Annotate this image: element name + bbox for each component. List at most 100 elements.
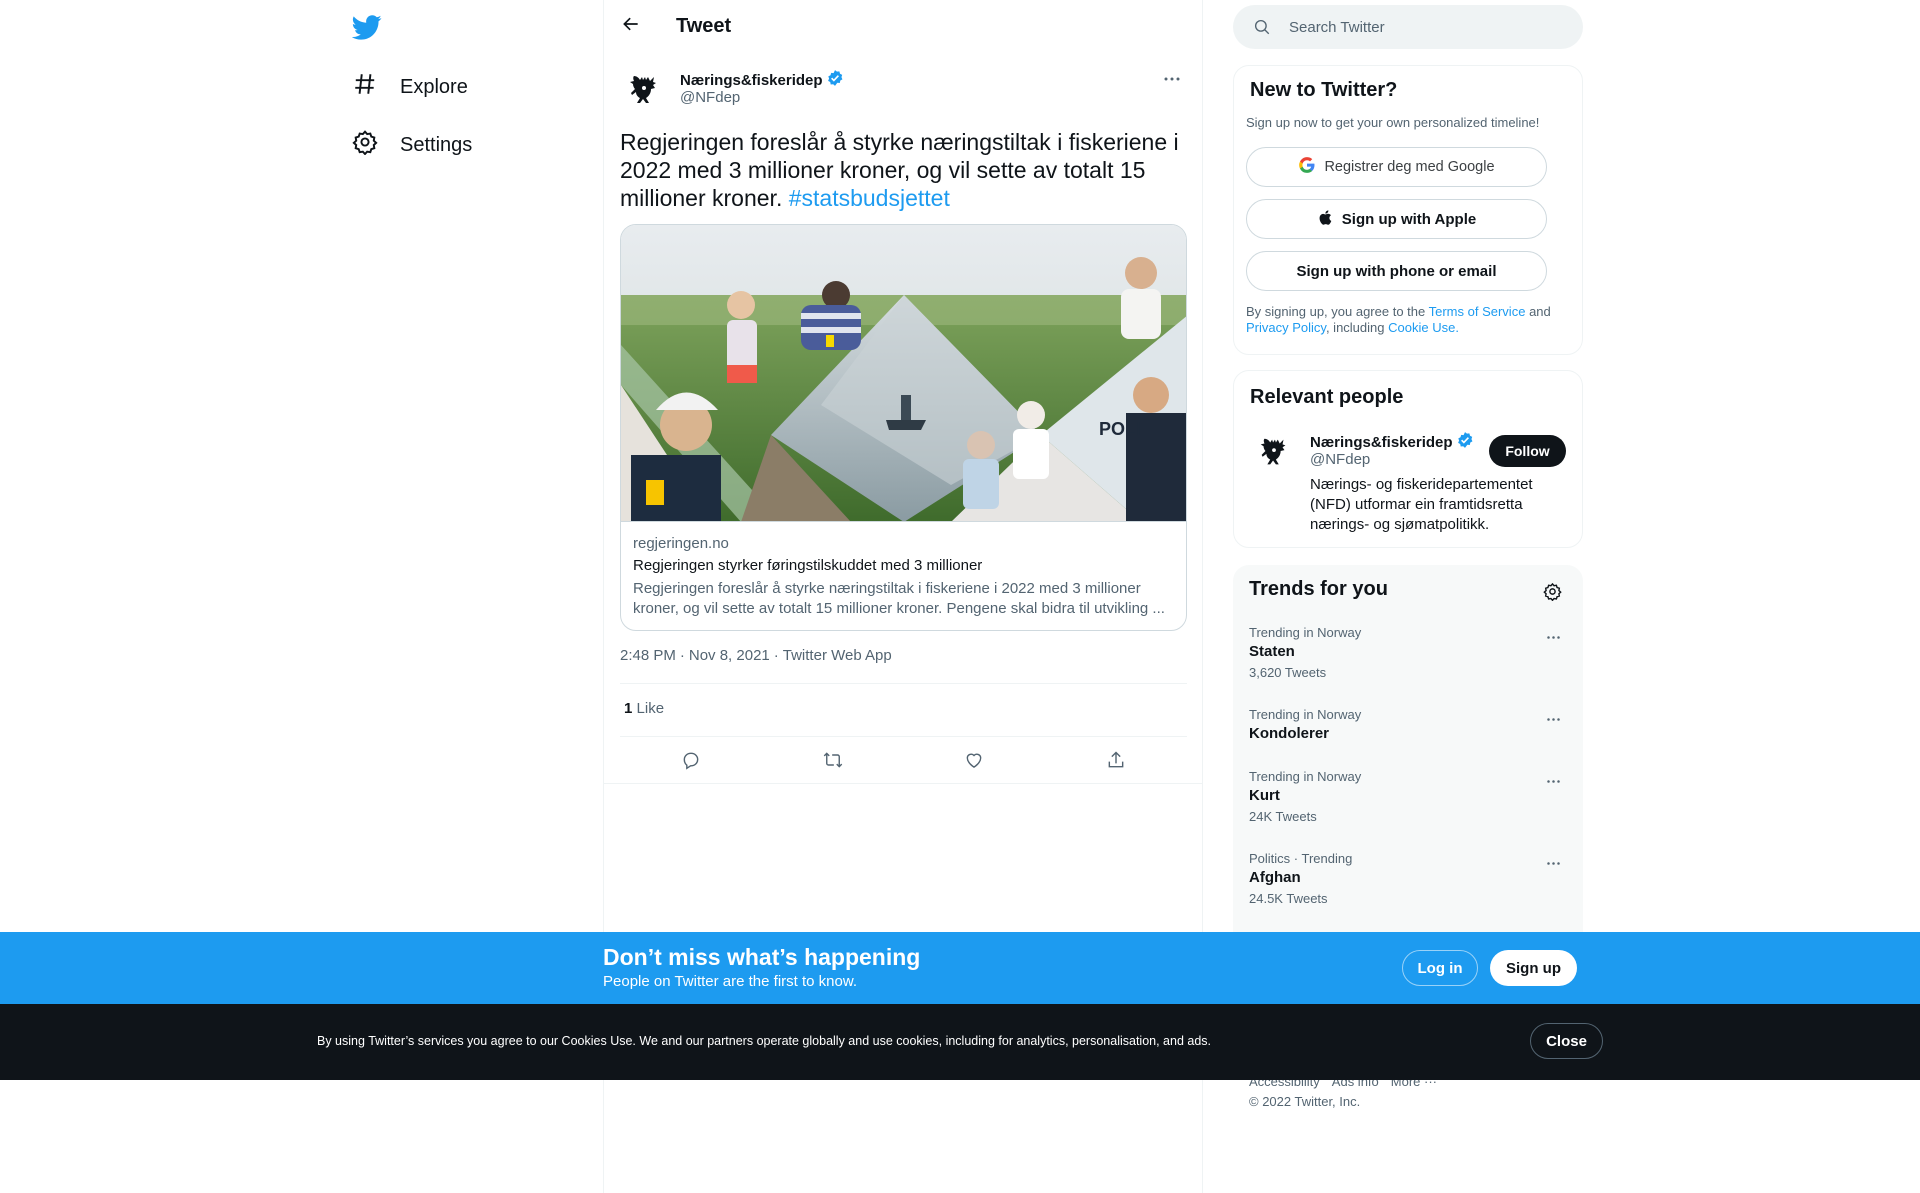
trend-count: 24.5K Tweets bbox=[1249, 891, 1328, 906]
cookie-link[interactable]: Cookie Use. bbox=[1388, 320, 1459, 335]
card-image: POLI bbox=[621, 225, 1186, 522]
search-input[interactable] bbox=[1289, 15, 1559, 39]
twitter-bird-icon[interactable] bbox=[351, 12, 382, 42]
privacy-link[interactable]: Privacy Policy bbox=[1246, 320, 1326, 335]
terms-link[interactable]: Terms of Service bbox=[1429, 304, 1526, 319]
trend-count: 3,620 Tweets bbox=[1249, 665, 1327, 680]
search-icon bbox=[1253, 18, 1271, 41]
ellipsis-icon[interactable] bbox=[1541, 851, 1565, 875]
relevant-name[interactable]: Nærings&fiskeridep bbox=[1310, 431, 1474, 453]
legal-and: and bbox=[1529, 304, 1551, 319]
trend-category: Trending in Norway bbox=[1249, 707, 1362, 722]
card-domain: regjeringen.no bbox=[633, 535, 729, 552]
ellipsis-icon[interactable] bbox=[1541, 625, 1565, 649]
relevant-name-text: Nærings&fiskeridep bbox=[1310, 433, 1453, 451]
meta-separator: · bbox=[773, 647, 779, 664]
apple-signup-label: Sign up with Apple bbox=[1341, 210, 1477, 228]
link-preview-card[interactable]: POLI regjeringen.no Regjeringen styrker … bbox=[620, 224, 1187, 631]
likes-label: Like bbox=[636, 700, 665, 717]
arrow-left-icon bbox=[621, 14, 641, 39]
nav-explore-label: Explore bbox=[400, 75, 468, 98]
google-signup-button[interactable]: Registrer deg med Google bbox=[1246, 147, 1547, 187]
likes-count: 1 bbox=[624, 700, 633, 717]
signup-legal-text: By signing up, you agree to the Terms of… bbox=[1246, 304, 1566, 336]
trend-category: Politics · Trending bbox=[1249, 851, 1353, 866]
copyright: © 2022 Twitter, Inc. bbox=[1249, 1094, 1361, 1109]
trend-category: Trending in Norway bbox=[1249, 625, 1362, 640]
verified-badge-icon bbox=[826, 69, 844, 91]
trend-item[interactable]: Trending in Norway Kondolerer bbox=[1233, 707, 1583, 751]
new-to-twitter-panel: New to Twitter? Sign up now to get your … bbox=[1233, 65, 1583, 355]
tweet-time[interactable]: 2:48 PM bbox=[620, 647, 676, 664]
divider bbox=[620, 736, 1187, 737]
phone-email-signup-button[interactable]: Sign up with phone or email bbox=[1246, 251, 1547, 291]
nav-settings-label: Settings bbox=[400, 133, 473, 156]
reply-icon[interactable] bbox=[674, 743, 708, 777]
relevant-people-panel: Relevant people Nærings&fiskeridep @NFde… bbox=[1233, 370, 1583, 548]
relevant-avatar[interactable] bbox=[1250, 428, 1298, 476]
more-options-button[interactable] bbox=[1158, 66, 1186, 90]
nav-settings[interactable]: Settings bbox=[352, 125, 472, 165]
relevant-people-title: Relevant people bbox=[1250, 386, 1404, 408]
google-signup-label: Registrer deg med Google bbox=[1324, 159, 1495, 175]
tweet-text: Regjeringen foreslår å styrke næringstil… bbox=[620, 128, 1186, 212]
hashtag-link[interactable]: #statsbudsjettet bbox=[789, 185, 950, 211]
phone-email-signup-label: Sign up with phone or email bbox=[1296, 262, 1497, 280]
norway-lion-emblem bbox=[1260, 438, 1286, 465]
back-button[interactable] bbox=[614, 9, 648, 43]
meta-separator: · bbox=[679, 647, 685, 664]
trend-item[interactable]: Trending in Norway Kurt 24K Tweets bbox=[1233, 769, 1583, 829]
google-logo-icon bbox=[1298, 156, 1316, 178]
login-button[interactable]: Log in bbox=[1402, 950, 1478, 986]
trend-name: Kondolerer bbox=[1249, 725, 1330, 742]
signup-button[interactable]: Sign up bbox=[1490, 950, 1577, 986]
signup-banner-title: Don’t miss what’s happening bbox=[603, 944, 921, 970]
retweet-icon[interactable] bbox=[816, 743, 850, 777]
trend-name: Afghan bbox=[1249, 869, 1301, 886]
author-handle[interactable]: @NFdep bbox=[680, 89, 740, 106]
relevant-handle[interactable]: @NFdep bbox=[1310, 451, 1370, 468]
author-name[interactable]: Nærings&fiskeridep bbox=[680, 69, 844, 91]
trends-settings-button[interactable] bbox=[1535, 577, 1569, 611]
verified-badge-icon bbox=[1456, 431, 1474, 453]
trends-panel: Trends for you Trending in Norway Staten… bbox=[1233, 565, 1583, 955]
share-icon[interactable] bbox=[1099, 743, 1133, 777]
trend-name: Staten bbox=[1249, 643, 1295, 660]
likes-link[interactable]: 1 Like bbox=[624, 700, 664, 717]
hashtag-icon bbox=[352, 71, 378, 103]
trend-item[interactable]: Trending in Norway Staten 3,620 Tweets bbox=[1233, 625, 1583, 685]
legal-prefix: By signing up, you agree to the bbox=[1246, 304, 1426, 319]
norway-lion-emblem bbox=[630, 76, 656, 103]
signup-banner: Don’t miss what’s happening People on Tw… bbox=[0, 932, 1920, 1004]
cookie-close-button[interactable]: Close bbox=[1530, 1023, 1603, 1059]
like-icon[interactable] bbox=[957, 743, 991, 777]
tweet-date[interactable]: Nov 8, 2021 bbox=[689, 647, 770, 664]
divider bbox=[620, 683, 1187, 684]
cookie-banner: By using Twitter’s services you agree to… bbox=[0, 1004, 1920, 1080]
trend-item[interactable]: Politics · Trending Afghan 24.5K Tweets bbox=[1233, 851, 1583, 911]
cookie-text: By using Twitter’s services you agree to… bbox=[317, 1034, 1212, 1048]
card-title: Regjeringen styrker føringstilskuddet me… bbox=[633, 557, 983, 574]
trend-count: 24K Tweets bbox=[1249, 809, 1317, 824]
new-to-twitter-subtitle: Sign up now to get your own personalized… bbox=[1246, 115, 1540, 130]
ellipsis-icon[interactable] bbox=[1541, 769, 1565, 793]
author-name-text: Nærings&fiskeridep bbox=[680, 71, 823, 89]
card-description: Regjeringen foreslår å styrke næringstil… bbox=[633, 580, 1165, 617]
tweet-meta: 2:48 PM · Nov 8, 2021 · Twitter Web App bbox=[620, 647, 892, 664]
apple-signup-button[interactable]: Sign up with Apple bbox=[1246, 199, 1547, 239]
search-bar[interactable] bbox=[1233, 5, 1583, 49]
ellipsis-icon[interactable] bbox=[1541, 707, 1565, 731]
nav-explore[interactable]: Explore bbox=[352, 67, 468, 107]
trend-name: Kurt bbox=[1249, 787, 1280, 804]
trend-category: Trending in Norway bbox=[1249, 769, 1362, 784]
legal-including: , including bbox=[1325, 320, 1385, 335]
apple-logo-icon bbox=[1317, 209, 1334, 230]
tweet-client[interactable]: Twitter Web App bbox=[783, 647, 892, 664]
author-avatar[interactable] bbox=[620, 66, 668, 114]
follow-button[interactable]: Follow bbox=[1489, 435, 1566, 467]
gear-icon bbox=[352, 129, 378, 161]
divider bbox=[604, 783, 1202, 784]
relevant-bio: Nærings- og fiskeridepartementet (NFD) u… bbox=[1310, 476, 1533, 533]
trends-title: Trends for you bbox=[1249, 578, 1388, 600]
ellipsis-icon bbox=[1163, 69, 1181, 87]
